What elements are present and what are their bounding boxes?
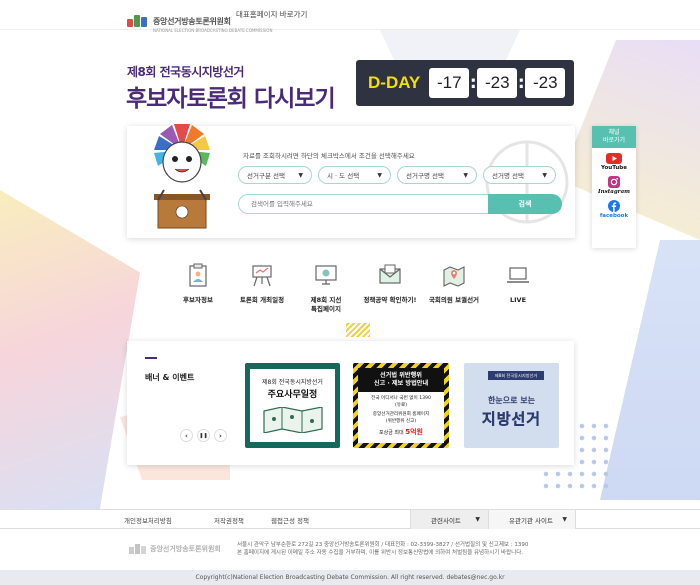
quick-menu-policy[interactable]: 정책공약 확인하기! bbox=[358, 262, 422, 314]
background-shape bbox=[0, 190, 140, 520]
banner-title: 배너 & 이벤트 bbox=[145, 373, 195, 382]
caret-down-icon: ▼ bbox=[475, 516, 480, 523]
mascot-illustration bbox=[154, 124, 210, 229]
logo-text: 중앙선거방송토론위원회 bbox=[153, 17, 231, 26]
logo-subtext: NATIONAL ELECTION BROADCASTING DEBATE CO… bbox=[153, 28, 273, 33]
facebook-link[interactable]: facebook bbox=[592, 200, 636, 219]
banner-panel: 배너 & 이벤트 ‹ ❚❚ › 제8회 전국동시지방선거 주요사무일정 선거법 … bbox=[127, 341, 574, 465]
background-shape bbox=[600, 240, 700, 500]
logo-mark-icon bbox=[127, 15, 149, 27]
banner-accent-bar bbox=[145, 357, 157, 359]
dday-value-days: -17 bbox=[429, 68, 470, 98]
map-pin-icon bbox=[443, 266, 465, 287]
search-input[interactable] bbox=[238, 194, 498, 214]
decorative-stripes bbox=[346, 323, 370, 337]
caret-down-icon: ▼ bbox=[562, 516, 567, 523]
select-region[interactable]: 시 · 도 선택 ▼ bbox=[318, 166, 391, 184]
quick-menu-live[interactable]: LIVE bbox=[486, 262, 550, 314]
podium-board-icon bbox=[252, 265, 272, 287]
select-election-name[interactable]: 선거명 선택 ▼ bbox=[483, 166, 556, 184]
banner-schedule[interactable]: 제8회 전국동시지방선거 주요사무일정 bbox=[245, 363, 340, 448]
footer-logo: 중앙선거방송토론위원회 bbox=[129, 544, 221, 554]
caret-down-icon: ▼ bbox=[542, 171, 547, 179]
quick-menu-special-page[interactable]: 제8회 지선 특집페이지 bbox=[294, 262, 358, 314]
select-election-type[interactable]: 선거구분 선택 ▼ bbox=[238, 166, 312, 184]
search-button[interactable]: 검색 bbox=[488, 194, 562, 214]
banner-prev-button[interactable]: ‹ bbox=[180, 429, 193, 442]
search-panel: 자료를 조회하시려면 하단의 체크박스에서 조건을 선택해주세요 선거구분 선택… bbox=[127, 124, 575, 238]
footer-info: 중앙선거방송토론위원회 서울시 관악구 남부순환로 272길 23 중앙선거방송… bbox=[0, 529, 700, 570]
top-bar: 중앙선거방송토론위원회 NATIONAL ELECTION BROADCASTI… bbox=[0, 0, 700, 33]
laptop-icon bbox=[507, 267, 529, 283]
accessibility-policy-link[interactable]: 웹접근성 정책 bbox=[271, 515, 309, 525]
youtube-icon bbox=[606, 153, 622, 164]
quick-menu-debate-schedule[interactable]: 토론회 개최일정 bbox=[230, 262, 294, 314]
logo-mark-icon bbox=[129, 544, 146, 554]
facebook-icon bbox=[608, 200, 620, 212]
instagram-link[interactable]: Instagram bbox=[592, 176, 636, 195]
dday-separator: : bbox=[469, 73, 477, 93]
caret-down-icon: ▼ bbox=[463, 171, 468, 179]
channel-title: 채널 바로가기 bbox=[592, 126, 636, 148]
dday-counter: D-DAY -17 : -23 : -23 bbox=[356, 60, 574, 106]
clipboard-person-icon bbox=[189, 263, 207, 287]
quick-menu-by-election[interactable]: 국회의원 보궐선거 bbox=[422, 262, 486, 314]
page-title: 후보자토론회 다시보기 bbox=[126, 86, 336, 112]
channel-shortcuts: 채널 바로가기 YouTube Instagram facebook bbox=[592, 126, 636, 248]
page-subtitle: 제8회 전국동시지방선거 bbox=[127, 65, 244, 79]
banner-next-button[interactable]: › bbox=[214, 429, 227, 442]
filter-selects: 선거구분 선택 ▼ 시 · 도 선택 ▼ 선거구명 선택 ▼ 선거명 선택 ▼ bbox=[238, 166, 556, 184]
org-sites-select[interactable]: 유관기관 사이트 ▼ bbox=[488, 510, 576, 529]
dday-value-minutes: -23 bbox=[525, 68, 566, 98]
related-sites-select[interactable]: 관련사이트 ▼ bbox=[410, 510, 488, 529]
copyright-policy-link[interactable]: 저작권정책 bbox=[214, 515, 244, 525]
banner-local-election[interactable]: 제8회 전국동시지방선거 한눈으로 보는 지방선거 bbox=[464, 363, 559, 448]
caret-down-icon: ▼ bbox=[298, 171, 303, 179]
youtube-link[interactable]: YouTube bbox=[592, 153, 636, 171]
instagram-icon bbox=[608, 176, 620, 188]
copyright: Copyright(c)National Election Broadcasti… bbox=[0, 570, 700, 585]
footer-links: 개인정보처리방침 저작권정책 웹접근성 정책 관련사이트 ▼ 유관기관 사이트 ▼ bbox=[0, 509, 700, 529]
envelope-icon bbox=[379, 264, 401, 284]
banner-report-violation[interactable]: 선거법 위반행위 신고 · 제보 방법안내 전국 어디서나 국번 없이 1390… bbox=[353, 363, 449, 448]
monitor-icon bbox=[315, 265, 337, 285]
banner-pause-button[interactable]: ❚❚ bbox=[197, 429, 210, 442]
banner-controls: ‹ ❚❚ › bbox=[180, 429, 227, 442]
quick-menu: 후보자정보 토론회 개최일정 제8회 지선 특집페이지 정책공약 확인하기! 국… bbox=[166, 262, 550, 314]
dday-label: D-DAY bbox=[368, 73, 421, 92]
caret-down-icon: ▼ bbox=[377, 171, 382, 179]
dday-separator: : bbox=[517, 73, 525, 93]
select-district[interactable]: 선거구명 선택 ▼ bbox=[397, 166, 477, 184]
footer-address: 서울시 관악구 남부순환로 272길 23 중앙선거방송토론위원회 / 대표전화… bbox=[237, 542, 529, 556]
dday-value-hours: -23 bbox=[477, 68, 518, 98]
search-row: 검색 bbox=[238, 194, 562, 214]
privacy-policy-link[interactable]: 개인정보처리방침 bbox=[124, 515, 172, 525]
folded-map-icon bbox=[263, 407, 323, 433]
search-hint: 자료를 조회하시려면 하단의 체크박스에서 조건을 선택해주세요 bbox=[243, 152, 415, 160]
quick-menu-candidate-info[interactable]: 후보자정보 bbox=[166, 262, 230, 314]
home-link[interactable]: 대표홈페이지 바로가기 bbox=[236, 9, 307, 20]
